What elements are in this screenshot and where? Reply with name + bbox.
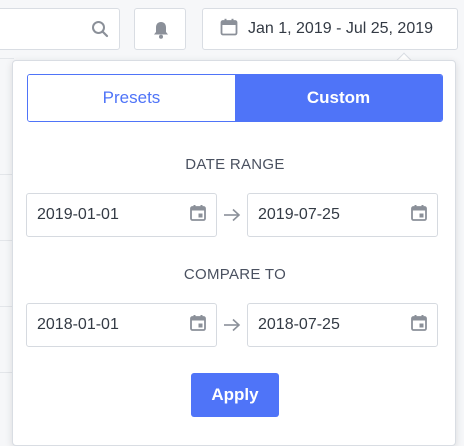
calendar-icon[interactable] (189, 204, 207, 227)
date-range-start-field[interactable]: 2019-01-01 (26, 193, 217, 237)
date-picker-popover: Presets Custom DATE RANGE 2019-01-01 201… (12, 60, 456, 446)
calendar-icon[interactable] (410, 314, 428, 337)
top-bar: Jan 1, 2019 - Jul 25, 2019 (0, 0, 464, 58)
calendar-icon[interactable] (410, 204, 428, 227)
bell-icon (152, 20, 170, 45)
tab-presets[interactable]: Presets (28, 75, 235, 121)
tab-custom[interactable]: Custom (235, 75, 442, 121)
date-range-end-value: 2019-07-25 (258, 206, 340, 223)
date-range-end-field[interactable]: 2019-07-25 (247, 193, 438, 237)
picker-mode-toggle: Presets Custom (27, 74, 443, 122)
calendar-icon[interactable] (189, 314, 207, 337)
date-range-start-value: 2019-01-01 (37, 206, 119, 223)
compare-to-heading: COMPARE TO (183, 266, 287, 283)
compare-start-value: 2018-01-01 (37, 316, 119, 333)
compare-end-field[interactable]: 2018-07-25 (247, 303, 438, 347)
arrow-right-icon (223, 208, 241, 222)
arrow-right-icon (223, 318, 241, 332)
date-range-button[interactable]: Jan 1, 2019 - Jul 25, 2019 (202, 8, 458, 50)
search-icon[interactable] (91, 20, 109, 43)
calendar-icon (220, 18, 238, 41)
search-input[interactable] (0, 8, 120, 50)
compare-start-field[interactable]: 2018-01-01 (26, 303, 217, 347)
apply-button[interactable]: Apply (191, 373, 279, 417)
date-range-label: Jan 1, 2019 - Jul 25, 2019 (248, 20, 434, 37)
date-range-heading: DATE RANGE (185, 156, 285, 173)
compare-end-value: 2018-07-25 (258, 316, 340, 333)
notifications-button[interactable] (134, 8, 186, 50)
